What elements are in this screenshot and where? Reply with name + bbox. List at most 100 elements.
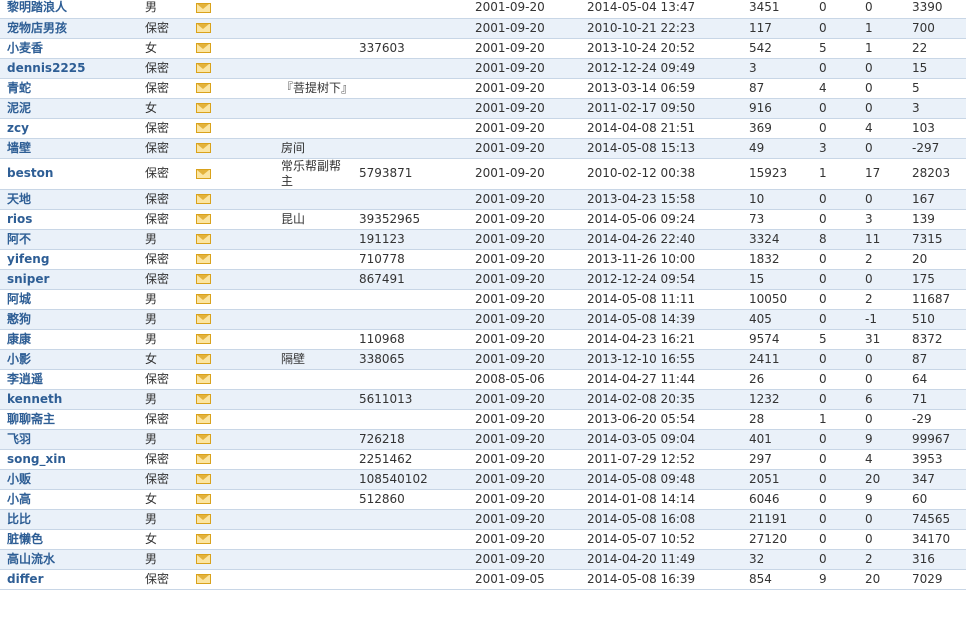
qq-cell	[352, 369, 468, 390]
member-name-link[interactable]: 比比	[7, 512, 31, 526]
member-name-link[interactable]: 脏懒色	[7, 532, 43, 546]
envelope-icon[interactable]	[196, 254, 211, 264]
table-row: 高山流水 男 2001-09-20 2014-04-20 11:49 32 0 …	[0, 549, 966, 570]
member-name-cell: sniper	[0, 269, 138, 290]
member-name-link[interactable]: dennis2225	[7, 61, 85, 75]
digest-cell: 0	[812, 189, 858, 210]
qq-cell: 338065	[352, 349, 468, 370]
envelope-icon[interactable]	[196, 474, 211, 484]
table-row: 李逍遥 保密 2008-05-06 2014-04-27 11:44 26 0 …	[0, 369, 966, 390]
last-visit-cell: 2013-10-24 20:52	[580, 38, 742, 59]
envelope-icon[interactable]	[196, 2, 211, 13]
posts-cell: 3	[742, 58, 812, 79]
envelope-icon[interactable]	[196, 143, 211, 153]
envelope-icon[interactable]	[196, 554, 211, 564]
envelope-icon[interactable]	[196, 434, 211, 444]
mail-cell	[194, 509, 274, 530]
member-name-link[interactable]: beston	[7, 166, 53, 180]
member-name-link[interactable]: 飞羽	[7, 432, 31, 446]
member-name-link[interactable]: 黎明踏浪人	[7, 0, 67, 14]
gender-cell: 保密	[138, 569, 194, 590]
member-name-link[interactable]: sniper	[7, 272, 49, 286]
mail-cell	[194, 229, 274, 250]
member-name-cell: zcy	[0, 118, 138, 139]
envelope-icon[interactable]	[196, 63, 211, 73]
member-name-link[interactable]: 康康	[7, 332, 31, 346]
rating-cell: 9	[858, 489, 905, 510]
rating-cell: 0	[858, 0, 905, 19]
table-row: 脏懒色 女 2001-09-20 2014-05-07 10:52 27120 …	[0, 529, 966, 550]
member-name-link[interactable]: 李逍遥	[7, 372, 43, 386]
member-name-link[interactable]: 聊聊斋主	[7, 412, 55, 426]
last-visit-cell: 2014-05-04 13:47	[580, 0, 742, 19]
member-name-link[interactable]: 小高	[7, 492, 31, 506]
envelope-icon[interactable]	[196, 314, 211, 324]
envelope-icon[interactable]	[196, 534, 211, 544]
envelope-icon[interactable]	[196, 214, 211, 224]
envelope-icon[interactable]	[196, 274, 211, 284]
envelope-icon[interactable]	[196, 103, 211, 113]
member-name-link[interactable]: 阿城	[7, 292, 31, 306]
envelope-icon[interactable]	[196, 454, 211, 464]
envelope-icon[interactable]	[196, 43, 211, 53]
member-name-link[interactable]: 高山流水	[7, 552, 55, 566]
posts-cell: 15	[742, 269, 812, 290]
digest-cell: 0	[812, 429, 858, 450]
member-name-link[interactable]: 墙壁	[7, 141, 31, 155]
member-name-link[interactable]: 憨狗	[7, 312, 31, 326]
member-name-link[interactable]: rios	[7, 212, 32, 226]
member-name-link[interactable]: 小影	[7, 352, 31, 366]
envelope-icon[interactable]	[196, 123, 211, 133]
member-name-link[interactable]: 泥泥	[7, 101, 31, 115]
register-date-cell: 2001-09-05	[468, 569, 580, 590]
envelope-icon[interactable]	[196, 168, 211, 179]
envelope-icon[interactable]	[196, 194, 211, 204]
member-name-link[interactable]: differ	[7, 572, 43, 586]
envelope-icon[interactable]	[196, 374, 211, 384]
member-name-link[interactable]: 阿不	[7, 232, 31, 246]
member-name-link[interactable]: 小贩	[7, 472, 31, 486]
envelope-icon[interactable]	[196, 514, 211, 524]
member-name-link[interactable]: zcy	[7, 121, 29, 135]
member-name-link[interactable]: 青蛇	[7, 81, 31, 95]
member-name-link[interactable]: 天地	[7, 192, 31, 206]
posts-cell: 49	[742, 138, 812, 159]
envelope-icon[interactable]	[196, 574, 211, 584]
last-visit-cell: 2011-02-17 09:50	[580, 98, 742, 119]
member-name-cell: 李逍遥	[0, 369, 138, 390]
register-date-cell: 2001-09-20	[468, 389, 580, 410]
digest-cell: 5	[812, 329, 858, 350]
member-name-link[interactable]: yifeng	[7, 252, 49, 266]
rating-cell: 6	[858, 389, 905, 410]
member-name-cell: 青蛇	[0, 78, 138, 99]
member-name-link[interactable]: kenneth	[7, 392, 62, 406]
member-name-link[interactable]: song_xin	[7, 452, 66, 466]
envelope-icon[interactable]	[196, 354, 211, 364]
member-name-link[interactable]: 小麦香	[7, 41, 43, 55]
envelope-icon[interactable]	[196, 294, 211, 304]
gender-cell: 保密	[138, 249, 194, 270]
envelope-icon[interactable]	[196, 334, 211, 344]
envelope-icon[interactable]	[196, 494, 211, 504]
qq-cell	[352, 549, 468, 570]
last-visit-cell: 2014-04-08 21:51	[580, 118, 742, 139]
envelope-icon[interactable]	[196, 414, 211, 424]
homepage-cell	[274, 309, 352, 330]
envelope-icon[interactable]	[196, 83, 211, 93]
gender-cell: 女	[138, 349, 194, 370]
table-row: 黎明踏浪人 男 2001-09-20 2014-05-04 13:47 3451…	[0, 0, 966, 19]
member-name-link[interactable]: 宠物店男孩	[7, 21, 67, 35]
qq-cell: 39352965	[352, 209, 468, 230]
gender-cell: 女	[138, 38, 194, 59]
digest-cell: 0	[812, 249, 858, 270]
qq-cell: 726218	[352, 429, 468, 450]
register-date-cell: 2001-09-20	[468, 509, 580, 530]
envelope-icon[interactable]	[196, 23, 211, 33]
register-date-cell: 2001-09-20	[468, 98, 580, 119]
rating-cell: 0	[858, 369, 905, 390]
envelope-icon[interactable]	[196, 394, 211, 404]
mail-cell	[194, 349, 274, 370]
gender-cell: 保密	[138, 78, 194, 99]
digest-cell: 0	[812, 18, 858, 39]
envelope-icon[interactable]	[196, 234, 211, 244]
